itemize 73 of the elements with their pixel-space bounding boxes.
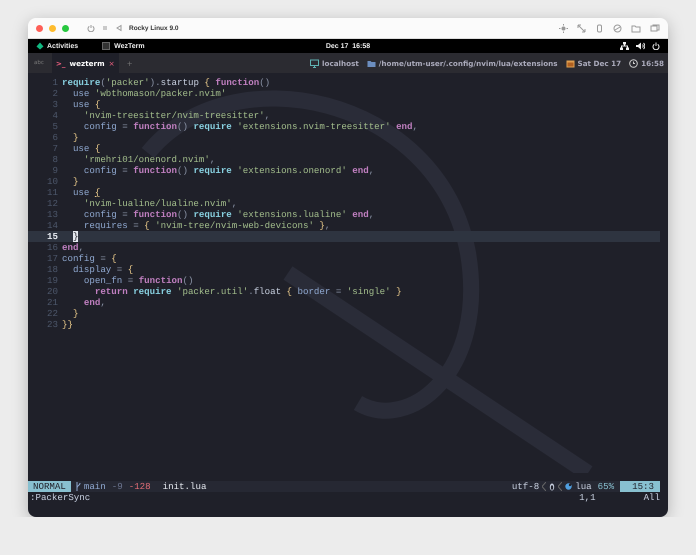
code-line: use { (72, 187, 100, 198)
line-number: 15 (46, 231, 59, 242)
code-line: config = function() require 'extensions.nvim-treesitter' end, (82, 121, 418, 132)
code-line: display = { (72, 264, 134, 275)
line-number: 14 (46, 220, 59, 231)
line-number: 10 (46, 176, 59, 187)
code-line: config = function() require 'extensions.lualine' end, (82, 209, 374, 220)
code-line: return require 'packer.util'.float { border = 'single' } (94, 286, 402, 297)
line-number: 18 (46, 264, 59, 275)
line-number: 9 (52, 165, 59, 176)
code-line: use 'wbthomason/packer.nvim' (72, 88, 226, 99)
progress-text: 65% (596, 481, 616, 492)
resize-icon[interactable] (577, 24, 586, 32)
code-line: require('packer').startup { function() (62, 77, 270, 88)
line-number: 21 (46, 297, 59, 308)
separator-icon (558, 482, 562, 491)
code-line: config = { (62, 253, 117, 264)
code-line: end, (82, 297, 106, 308)
code-line: }} (62, 319, 73, 330)
terminal-icon (102, 42, 110, 50)
windows-icon[interactable] (650, 24, 660, 32)
pause-icon[interactable] (101, 24, 109, 32)
line-number: 8 (52, 154, 59, 165)
network-icon[interactable] (620, 42, 629, 50)
line-number: 11 (46, 187, 59, 198)
cursor-location: 15:3 (620, 481, 660, 492)
code-line: 'rmehri01/onenord.nvim', (82, 154, 216, 165)
logo-icon (36, 42, 44, 50)
code-line: } (72, 308, 78, 319)
line-number: 19 (46, 275, 59, 286)
command-text: :PackerSync (30, 492, 90, 503)
folder-icon[interactable] (631, 24, 641, 32)
calendar-icon (566, 58, 575, 68)
code-line: 'nvim-lualine/lualine.nvim', (82, 198, 238, 209)
line-number: 17 (46, 253, 59, 264)
code-line: requires = { 'nvim-tree/nvim-web-devicons' }, (82, 220, 330, 231)
code-line: } (72, 176, 78, 187)
code-line: 'nvim-treesitter/nvim-treesitter', (82, 110, 270, 121)
brightness-icon[interactable] (559, 24, 568, 32)
diff-count: -128 (128, 481, 152, 492)
encoding-text: utf-8 (512, 481, 540, 492)
line-number: 2 (52, 88, 59, 99)
back-icon[interactable] (115, 24, 123, 32)
folder-icon (366, 58, 376, 68)
git-branch-icon (74, 482, 81, 491)
line-number: 22 (46, 308, 59, 319)
mode-indicator: NORMAL (28, 481, 71, 492)
diff-count: -9 (110, 481, 124, 492)
code-line: config = function() require 'extensions.onenord' end, (82, 165, 374, 176)
code-line: end, (62, 242, 84, 253)
line-number: 1 (52, 77, 59, 88)
line-number: 20 (46, 286, 59, 297)
code-line: use { (72, 143, 100, 154)
filetype-text: lua (575, 481, 592, 492)
clock-icon (629, 58, 638, 68)
code-line: open_fn = function() (82, 275, 194, 286)
monitor-icon (310, 58, 320, 68)
code-line: use { (72, 99, 100, 110)
line-number: 6 (52, 132, 59, 143)
line-number: 16 (46, 242, 59, 253)
line-number: 12 (46, 198, 59, 209)
code-line: } (72, 132, 78, 143)
separator-icon (542, 482, 546, 491)
volume-icon[interactable] (636, 42, 645, 50)
line-number: 7 (52, 143, 59, 154)
line-number: 13 (46, 209, 59, 220)
line-number: 4 (52, 110, 59, 121)
line-number: 23 (46, 319, 59, 330)
scroll-position: All (644, 492, 660, 503)
cursor-position: 1,1 (579, 492, 596, 503)
line-number: 5 (52, 121, 59, 132)
line-number: 3 (52, 99, 59, 110)
branch-name: main (84, 481, 106, 492)
